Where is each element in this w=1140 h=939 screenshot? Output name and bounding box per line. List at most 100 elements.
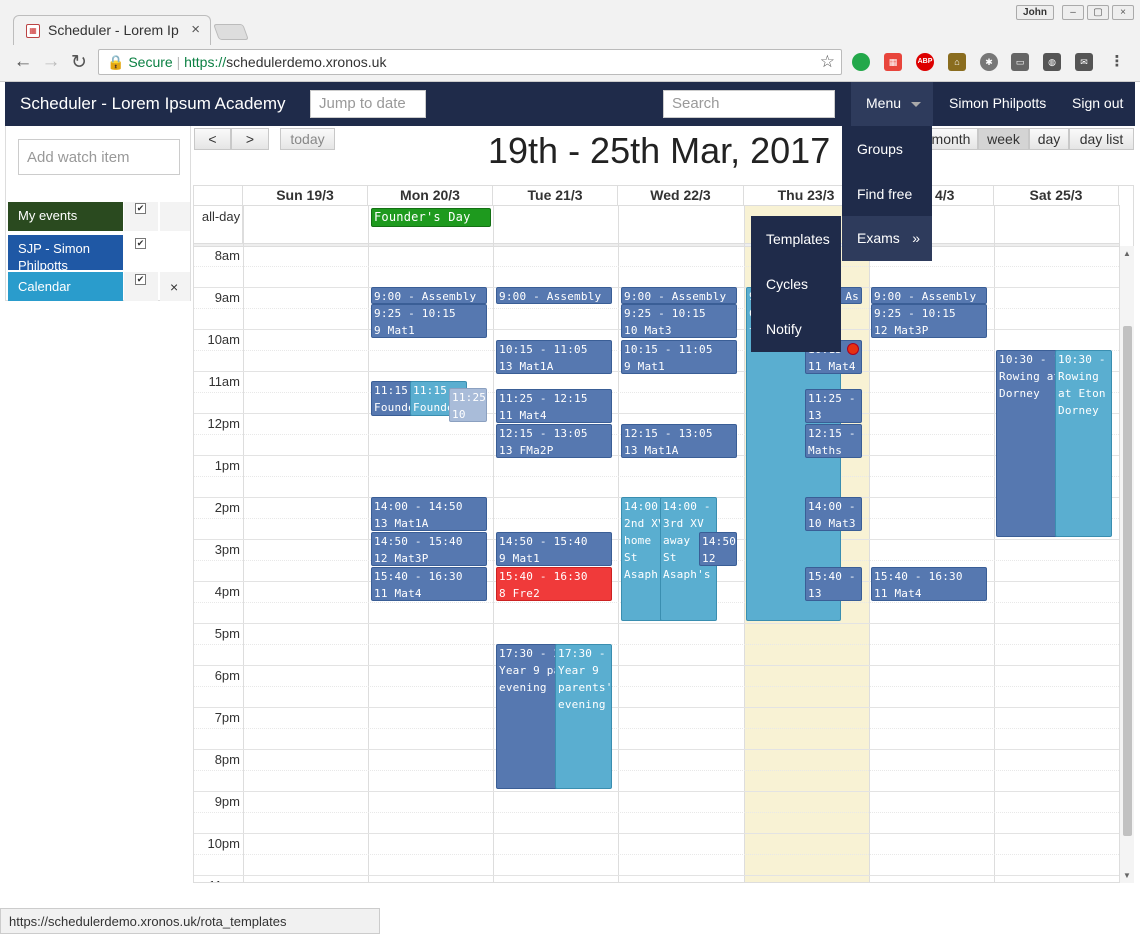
calendar-event[interactable]: 17:30 - 2Year 9parents'evening — [555, 644, 612, 789]
calendar-event[interactable]: 14:00 - 110 Mat3 — [805, 497, 862, 531]
alert-dot-icon — [847, 343, 859, 355]
calendar-event[interactable]: 14:50 - 15:40 12 Mat3P — [371, 532, 487, 566]
day-header: Sat 25/3 — [994, 186, 1119, 205]
scrollbar-thumb[interactable] — [1123, 326, 1132, 836]
calendar-event[interactable]: 9:00 - Assembly — [871, 287, 987, 304]
forward-icon[interactable]: → — [40, 51, 62, 73]
submenu-item-templates[interactable]: Templates — [766, 231, 830, 247]
address-bar[interactable]: 🔒 Secure | https://schedulerdemo.xronos.… — [98, 49, 842, 75]
visibility-checkbox[interactable]: ✔ — [135, 238, 146, 249]
calendar-event[interactable]: 15:40 - 113 — [805, 567, 862, 601]
calendar-event[interactable]: 14:002nd XVhomeStAsaph's — [621, 497, 663, 621]
menu-button[interactable]: Menu — [851, 82, 933, 126]
calendar-event[interactable]: 11:25 - 12:15 11 Mat4 — [496, 389, 612, 423]
calendar-event[interactable]: 11:25 10 — [449, 388, 487, 422]
calendar-event[interactable]: 9:00 - Assembly — [496, 287, 612, 304]
maximize-icon[interactable]: ▢ — [1087, 5, 1109, 20]
tab-title: Scheduler - Lorem Ip — [48, 22, 179, 38]
calendar-event[interactable]: 15:40 - 16:30 11 Mat4 — [371, 567, 487, 601]
watch-item-my-events[interactable]: My events — [8, 202, 123, 231]
calendar-event[interactable]: 15:40 - 16:30 8 Fre2 — [496, 567, 612, 601]
sign-out-link[interactable]: Sign out — [1072, 95, 1123, 111]
submenu-arrow-icon: » — [912, 230, 920, 246]
calendar-favicon-icon: ▦ — [26, 24, 40, 38]
watch-item-calendar[interactable]: Calendar — [8, 272, 123, 301]
scroll-up-icon[interactable]: ▲ — [1123, 249, 1131, 258]
calendar-event[interactable]: 14:50 - 15:40 9 Mat1 — [496, 532, 612, 566]
view-week-button[interactable]: week — [978, 128, 1029, 150]
bookmark-star-icon[interactable]: ☆ — [820, 52, 835, 72]
new-tab-button[interactable] — [213, 24, 249, 40]
calendar-event[interactable]: 15:40 - 16:30 11 Mat4 — [871, 567, 987, 601]
app-title[interactable]: Scheduler - Lorem Ipsum Academy — [20, 94, 286, 114]
reload-icon[interactable]: ↻ — [68, 51, 90, 74]
chevron-down-icon — [911, 101, 922, 107]
calendar-event[interactable]: 9:25 - 10:15 12 Mat3P — [871, 304, 987, 338]
watch-item-sjp[interactable]: SJP - Simon Philpotts — [8, 235, 123, 273]
calendar-event[interactable]: 12:15 - 1Maths — [805, 424, 862, 458]
add-watch-item-input[interactable]: Add watch item — [18, 139, 180, 175]
submenu-item-cycles[interactable]: Cycles — [766, 276, 808, 292]
calendar-event[interactable]: 10:30 - 15Rowing atDorney — [996, 350, 1058, 537]
all-day-event[interactable]: Founder's Day — [371, 208, 491, 227]
search-input[interactable]: Search — [663, 90, 835, 118]
scroll-down-icon[interactable]: ▼ — [1123, 871, 1131, 880]
menu-item-find-free[interactable]: Find free — [857, 186, 912, 202]
calendar-event[interactable]: 12:15 - 13:05 13 FMa2P — [496, 424, 612, 458]
extension-house-icon[interactable]: ⌂ — [948, 53, 966, 71]
day-header: Tue 21/3 — [493, 186, 618, 205]
back-icon[interactable]: ← — [12, 51, 34, 73]
time-label: 3pm — [214, 542, 240, 557]
user-name-link[interactable]: Simon Philpotts — [949, 95, 1046, 111]
day-header: Mon 20/3 — [368, 186, 493, 205]
calendar-event[interactable]: 9:25 - 10:15 9 Mat1 — [371, 304, 487, 338]
close-window-icon[interactable]: × — [1112, 5, 1134, 20]
minimize-icon[interactable]: – — [1062, 5, 1084, 20]
profile-user-button[interactable]: John — [1016, 5, 1054, 20]
calendar-event[interactable]: 10:15 - 11:05 9 Mat1 — [621, 340, 737, 374]
calendar-event[interactable]: 14:00 - 14:50 13 Mat1A — [371, 497, 487, 531]
menu-item-groups[interactable]: Groups — [857, 141, 903, 157]
browser-tab[interactable]: ▦ Scheduler - Lorem Ip × — [13, 15, 211, 45]
jump-to-date-input[interactable]: Jump to date — [310, 90, 426, 118]
time-label: 9am — [214, 290, 240, 305]
cast-icon[interactable]: ▭ — [1011, 53, 1029, 71]
remove-watch-icon[interactable]: × — [170, 279, 178, 295]
menu-item-exams[interactable]: Exams » — [842, 216, 932, 261]
calendar-event[interactable]: 17:30 - 21Year 9 parevening — [496, 644, 558, 789]
calendar-event[interactable]: 12:15 - 13:05 13 Mat1A — [621, 424, 737, 458]
calendar-event[interactable]: 9:00 - Assembly — [621, 287, 737, 304]
visibility-checkbox[interactable]: ✔ — [135, 274, 146, 285]
all-day-label: all-day — [194, 205, 243, 243]
extension-paw-icon[interactable]: ✱ — [980, 53, 998, 71]
view-month-button[interactable]: month — [924, 128, 978, 150]
calendar-event[interactable]: 9:25 - 10:15 10 Mat3 — [621, 304, 737, 338]
time-label: 7pm — [214, 710, 240, 725]
chrome-menu-icon[interactable]: ⋮ — [1108, 53, 1126, 71]
calendar-scrollbar[interactable]: ▲ ▼ — [1119, 246, 1134, 883]
next-button[interactable]: > — [231, 128, 269, 150]
time-label: 11pm — [194, 878, 240, 882]
calendar-event[interactable]: 10:15 - 11:05 13 Mat1A — [496, 340, 612, 374]
close-tab-icon[interactable]: × — [191, 21, 200, 38]
time-label: 11am — [208, 374, 240, 389]
today-button[interactable]: today — [280, 128, 335, 150]
visibility-checkbox[interactable]: ✔ — [135, 203, 146, 214]
hangouts-extension-icon[interactable] — [852, 53, 870, 71]
calendar-event[interactable]: 14:50 12 — [699, 532, 737, 566]
prev-button[interactable]: < — [194, 128, 231, 150]
mail-extension-icon[interactable]: ✉ — [1075, 53, 1093, 71]
submenu-item-notify[interactable]: Notify — [766, 321, 802, 337]
calendar-event[interactable]: 11:25 - 113 — [805, 389, 862, 423]
extension-lightbulb-icon[interactable]: ◍ — [1043, 53, 1061, 71]
url-scheme: https:// — [184, 54, 227, 70]
extension-red-icon[interactable]: ▦ — [884, 53, 902, 71]
time-label: 10pm — [207, 836, 240, 851]
calendar-event[interactable]: 10:30 - 1Rowingat EtonDorney — [1055, 350, 1112, 537]
calendar-event[interactable]: 9:00 - Assembly — [371, 287, 487, 304]
time-label: 6pm — [214, 668, 240, 683]
time-label: 8am — [214, 248, 240, 263]
view-day-list-button[interactable]: day list — [1069, 128, 1134, 150]
adblock-icon[interactable]: ABP — [916, 53, 934, 71]
view-day-button[interactable]: day — [1029, 128, 1069, 150]
